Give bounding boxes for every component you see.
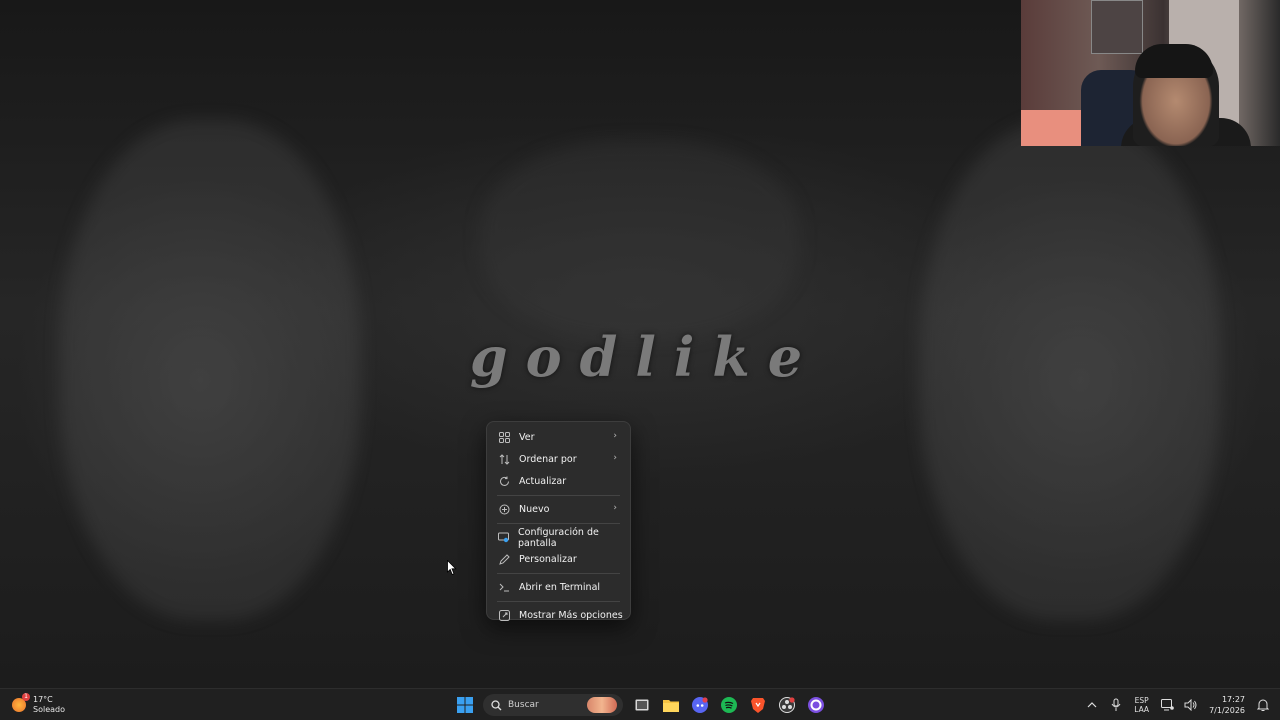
- windows-start-icon: [457, 697, 473, 713]
- notification-badge: 1: [22, 693, 30, 701]
- menu-item-mostrar-mas-opciones[interactable]: Mostrar Más opciones: [491, 605, 626, 626]
- task-view-icon: [635, 699, 649, 711]
- obs-button[interactable]: [774, 692, 800, 718]
- menu-separator: [497, 601, 620, 602]
- menu-item-label: Personalizar: [519, 554, 577, 565]
- menu-item-abrir-terminal[interactable]: Abrir en Terminal: [491, 577, 626, 598]
- cortana-button[interactable]: [803, 692, 829, 718]
- chevron-right-icon: ›: [613, 453, 617, 463]
- desktop-context-menu: Ver › Ordenar por › Actualizar Nuevo › C…: [486, 421, 631, 621]
- system-tray: ESP LAA 17:27 7/1/2026: [1080, 689, 1280, 720]
- keyboard-layout: LAA: [1134, 705, 1150, 714]
- discord-icon: [692, 697, 708, 713]
- taskbar: 1 17°C Soleado Buscar ESP LAA 17:27 7/1/…: [0, 688, 1280, 720]
- language-code: ESP: [1134, 696, 1149, 705]
- menu-item-ver[interactable]: Ver ›: [491, 427, 626, 448]
- refresh-icon: [498, 476, 510, 488]
- display-settings-icon: [498, 532, 509, 544]
- weather-condition: Soleado: [33, 705, 65, 714]
- webcam-overlay: [1021, 0, 1280, 146]
- volume-button[interactable]: [1182, 696, 1200, 714]
- wallpaper-title: godlike: [469, 325, 821, 389]
- chevron-right-icon: ›: [613, 503, 617, 513]
- pen-icon: [498, 554, 510, 566]
- discord-button[interactable]: [687, 692, 713, 718]
- menu-item-label: Ver: [519, 432, 535, 443]
- network-icon: [1160, 699, 1174, 711]
- speaker-icon: [1184, 699, 1197, 711]
- task-view-button[interactable]: [629, 692, 655, 718]
- menu-item-label: Abrir en Terminal: [519, 582, 601, 593]
- menu-separator: [497, 523, 620, 524]
- menu-item-configuracion-pantalla[interactable]: Configuración de pantalla: [491, 526, 626, 549]
- menu-item-label: Mostrar Más opciones: [519, 610, 623, 621]
- brave-icon: [751, 698, 765, 713]
- network-button[interactable]: [1158, 696, 1176, 714]
- notifications-button[interactable]: [1254, 696, 1272, 714]
- weather-sun-icon: 1: [12, 693, 30, 712]
- more-options-icon: [498, 610, 510, 622]
- clock-date: 7/1/2026: [1209, 706, 1245, 715]
- microphone-icon: [1111, 698, 1121, 711]
- brave-button[interactable]: [745, 692, 771, 718]
- menu-separator: [497, 495, 620, 496]
- menu-item-nuevo[interactable]: Nuevo ›: [491, 499, 626, 520]
- menu-separator: [497, 573, 620, 574]
- menu-item-ordenar-por[interactable]: Ordenar por ›: [491, 449, 626, 470]
- menu-item-label: Configuración de pantalla: [518, 526, 599, 549]
- menu-item-label: Nuevo: [519, 504, 550, 515]
- new-plus-icon: [498, 504, 510, 516]
- weather-temperature: 17°C: [33, 695, 53, 704]
- menu-item-actualizar[interactable]: Actualizar: [491, 471, 626, 492]
- search-placeholder: Buscar: [508, 700, 539, 710]
- chevron-up-icon: [1087, 702, 1097, 708]
- microphone-button[interactable]: [1107, 696, 1125, 714]
- clock-time: 17:27: [1221, 695, 1245, 704]
- taskbar-search[interactable]: Buscar: [483, 694, 623, 716]
- taskbar-apps: Buscar: [452, 692, 832, 718]
- chevron-right-icon: ›: [613, 431, 617, 441]
- spotify-icon: [721, 697, 737, 713]
- file-explorer-button[interactable]: [658, 692, 684, 718]
- search-icon: [491, 699, 502, 710]
- obs-icon: [779, 697, 795, 713]
- terminal-icon: [498, 582, 510, 594]
- notification-bell-icon: [1257, 699, 1269, 711]
- sort-icon: [498, 454, 510, 466]
- menu-item-label: Actualizar: [519, 476, 567, 487]
- cortana-icon: [808, 697, 824, 713]
- show-hidden-icons-button[interactable]: [1083, 696, 1101, 714]
- menu-item-label: Ordenar por: [519, 454, 577, 465]
- spotify-button[interactable]: [716, 692, 742, 718]
- weather-widget[interactable]: 1 17°C Soleado: [12, 693, 92, 717]
- start-button[interactable]: [452, 692, 478, 718]
- taskbar-clock[interactable]: 17:27 7/1/2026: [1209, 694, 1245, 716]
- search-highlight-image: [587, 697, 617, 713]
- view-grid-icon: [498, 432, 510, 444]
- language-indicator[interactable]: ESP LAA: [1134, 696, 1149, 714]
- file-explorer-icon: [663, 700, 679, 712]
- mouse-cursor-icon: [447, 560, 457, 576]
- menu-item-personalizar[interactable]: Personalizar: [491, 549, 626, 570]
